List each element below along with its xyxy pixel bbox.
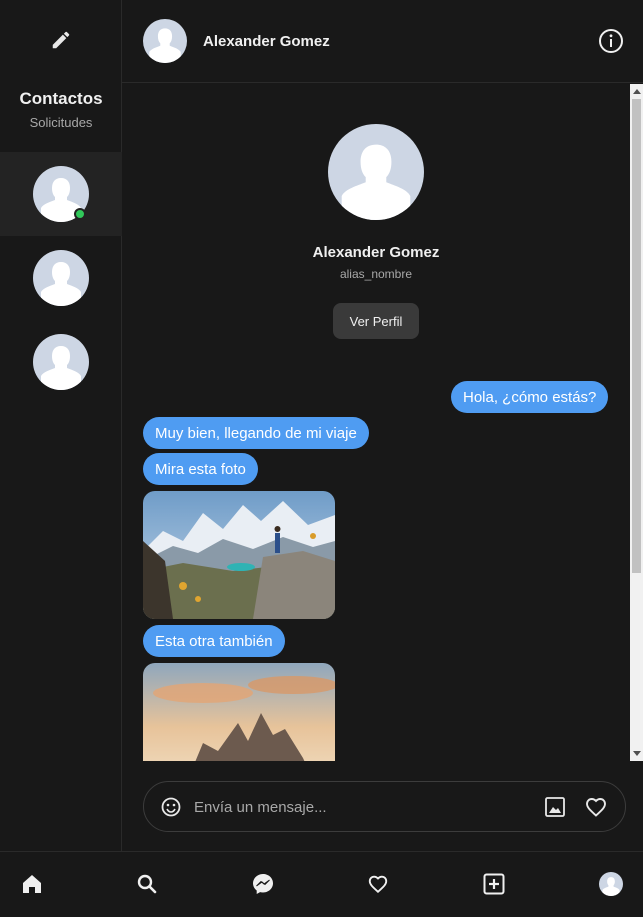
scroll-down-arrow[interactable] (633, 751, 641, 756)
received-message: Muy bien, llegando de mi viaje (143, 417, 369, 449)
scroll-thumb[interactable] (632, 99, 641, 573)
nav-search[interactable] (135, 872, 159, 896)
header-avatar[interactable] (143, 19, 187, 63)
image-icon[interactable] (544, 796, 566, 818)
contact-avatar (33, 250, 89, 306)
info-icon (599, 29, 623, 53)
info-button[interactable] (598, 28, 624, 54)
nav-create[interactable] (482, 872, 506, 896)
contacts-title[interactable]: Contactos (0, 89, 122, 109)
chat-scrollbar[interactable] (630, 84, 643, 761)
sent-message: Hola, ¿cómo estás? (451, 381, 609, 413)
message-composer (143, 781, 626, 832)
peaks-photo-message[interactable] (143, 663, 335, 761)
nav-messenger[interactable] (251, 872, 275, 896)
contacts-sidebar: Contactos Solicitudes (0, 0, 122, 851)
chat-header: Alexander Gomez (122, 0, 643, 83)
bottom-navigation (0, 851, 643, 917)
home-icon (23, 875, 41, 893)
profile-avatar (328, 124, 424, 220)
nav-profile[interactable] (599, 872, 623, 896)
scroll-up-arrow[interactable] (633, 89, 641, 94)
received-message: Mira esta foto (143, 453, 258, 485)
requests-link[interactable]: Solicitudes (0, 115, 122, 130)
peaks-photo (143, 663, 335, 761)
mountain-photo (143, 491, 335, 619)
received-message: Esta otra también (143, 625, 285, 657)
chat-contact-name[interactable]: Alexander Gomez (203, 33, 330, 50)
default-avatar-icon (149, 28, 181, 63)
profile-avatar-image (328, 124, 424, 220)
mountain-photo-message[interactable] (143, 491, 335, 619)
nav-favorites[interactable] (366, 872, 390, 896)
default-avatar-icon (341, 144, 411, 220)
heart-icon[interactable] (584, 795, 608, 819)
default-avatar-icon (41, 262, 81, 306)
profile-name: Alexander Gomez (312, 244, 440, 261)
contact-item[interactable] (0, 236, 122, 320)
messenger-app: Contactos Solicitudes Alexander Gomez Al… (0, 0, 643, 917)
add-icon (483, 873, 505, 895)
contact-item[interactable] (0, 320, 122, 404)
profile-avatar-icon (599, 872, 623, 896)
compose-button[interactable] (47, 26, 75, 54)
heart-icon (368, 875, 388, 894)
pencil-icon (52, 31, 70, 49)
messenger-icon (253, 874, 273, 894)
default-avatar-icon (602, 877, 620, 896)
view-profile-button[interactable]: Ver Perfil (333, 303, 419, 339)
search-icon (137, 874, 157, 894)
profile-alias: alias_nombre (339, 267, 413, 281)
contact-item[interactable] (0, 152, 122, 236)
header-avatar-image (143, 19, 187, 63)
default-avatar-icon (41, 346, 81, 390)
contact-avatar (33, 334, 89, 390)
nav-home[interactable] (20, 872, 44, 896)
online-status-indicator (74, 208, 86, 220)
emoji-icon[interactable] (160, 796, 182, 818)
message-input[interactable] (192, 794, 522, 820)
chat-messages[interactable]: Alexander Gomez alias_nombre Ver Perfil … (122, 84, 630, 761)
